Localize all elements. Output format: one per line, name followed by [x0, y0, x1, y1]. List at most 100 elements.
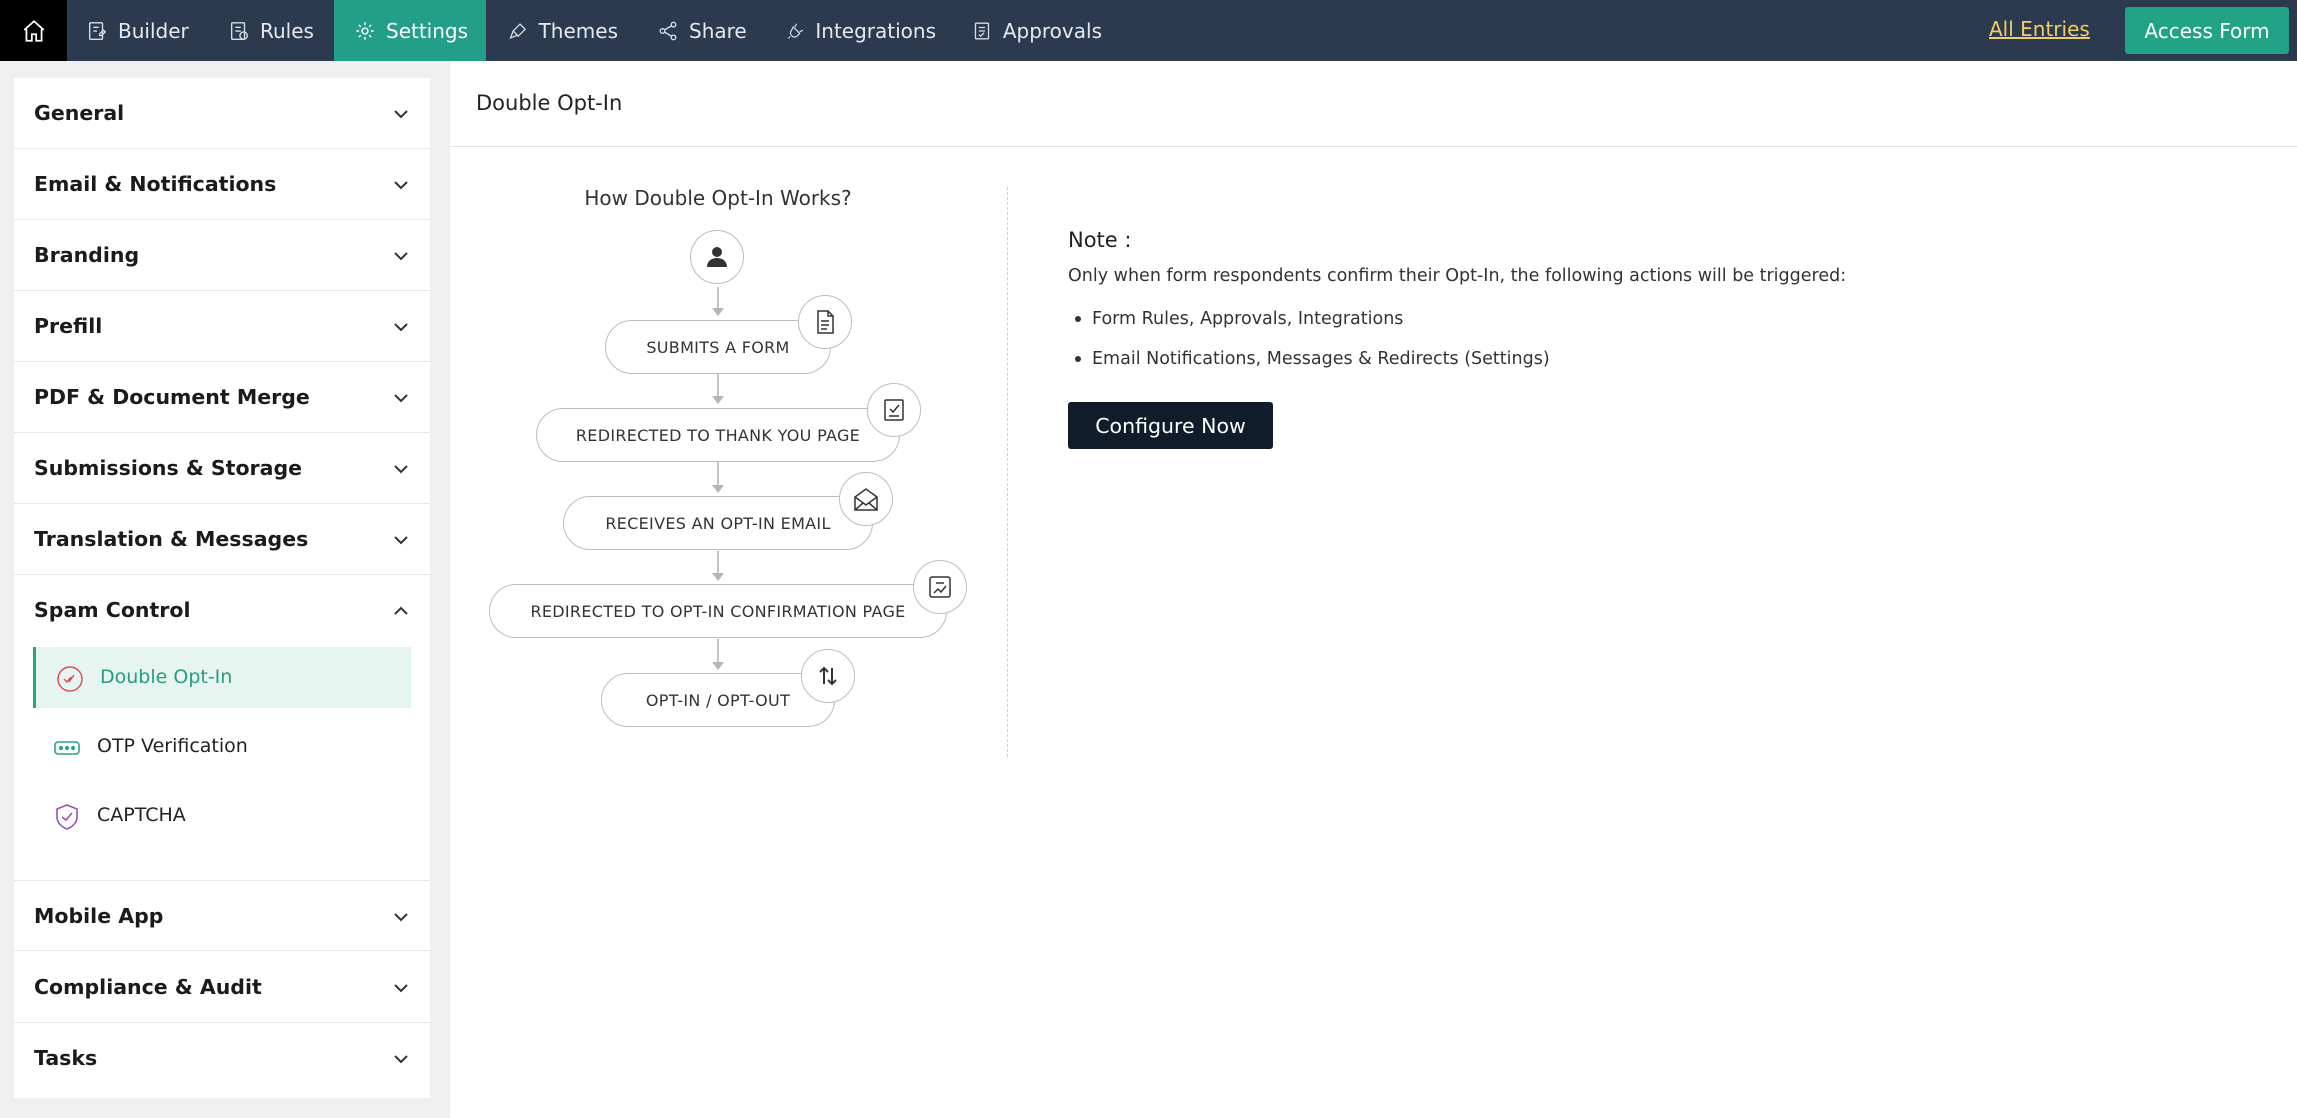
all-entries-link[interactable]: All Entries — [1989, 17, 2090, 41]
settings-sections-panel: General Email & Notifications Branding P… — [14, 78, 430, 1098]
chevron-down-icon — [394, 913, 408, 922]
settings-sidebar: General Email & Notifications Branding P… — [0, 61, 450, 1118]
sidebar-item-label: Double Opt-In — [100, 666, 233, 688]
flow-step-2: REDIRECTED TO THANK YOU PAGE — [536, 408, 900, 462]
tab-builder[interactable]: Builder — [86, 0, 196, 61]
flow-step-label: OPT-IN / OPT-OUT — [645, 690, 791, 710]
note-list-item: Email Notifications, Messages & Redirect… — [1068, 346, 1550, 386]
double-opt-in-icon — [57, 666, 83, 692]
page-title: Double Opt-In — [476, 91, 623, 115]
tab-share[interactable]: Share — [657, 0, 757, 61]
flow-step-label: REDIRECTED TO OPT-IN CONFIRMATION PAGE — [530, 601, 906, 621]
tab-approvals[interactable]: Approvals — [972, 0, 1102, 61]
user-icon-circle — [690, 230, 744, 284]
flow-step-1: SUBMITS A FORM — [605, 320, 831, 374]
user-icon — [707, 247, 727, 267]
section-label: Mobile App — [34, 904, 164, 928]
tab-approvals-label: Approvals — [1002, 18, 1102, 43]
page-header: Double Opt-In — [450, 61, 2297, 147]
note-list: Form Rules, Approvals, Integrations Emai… — [1068, 306, 1550, 386]
flow-step-5: OPT-IN / OPT-OUT — [601, 673, 835, 727]
flow-step-1-badge — [798, 295, 852, 349]
section-divider — [1007, 187, 1008, 757]
chevron-down-icon — [394, 181, 408, 190]
note-list-item: Form Rules, Approvals, Integrations — [1068, 306, 1550, 346]
swap-arrows-icon — [819, 666, 837, 686]
plug-icon — [787, 22, 804, 39]
tab-integrations-label: Integrations — [815, 18, 936, 43]
tab-settings-label: Settings — [386, 18, 469, 43]
top-nav-bar: Builder Rules Settings Themes Share Inte… — [0, 0, 2297, 61]
flow-step-3: RECEIVES AN OPT-IN EMAIL — [563, 496, 873, 550]
checklist-icon — [884, 399, 904, 421]
section-mobile-app[interactable]: Mobile App — [14, 880, 430, 951]
tab-share-label: Share — [689, 18, 747, 43]
confirm-page-icon — [929, 576, 951, 598]
sidebar-item-captcha[interactable]: CAPTCHA — [33, 785, 411, 846]
section-branding[interactable]: Branding — [14, 220, 430, 291]
section-tasks[interactable]: Tasks — [14, 1023, 430, 1094]
chevron-down-icon — [394, 1055, 408, 1064]
section-prefill[interactable]: Prefill — [14, 291, 430, 362]
sidebar-item-double-opt-in[interactable]: Double Opt-In — [33, 647, 411, 708]
section-label: Translation & Messages — [34, 527, 309, 551]
tab-settings[interactable]: Settings — [334, 0, 486, 61]
section-label: Compliance & Audit — [34, 975, 262, 999]
sidebar-item-label: CAPTCHA — [97, 804, 186, 826]
configure-now-button[interactable]: Configure Now — [1068, 402, 1273, 449]
document-icon — [817, 310, 834, 334]
share-icon — [659, 21, 677, 40]
section-label: Spam Control — [34, 598, 191, 622]
tab-themes-label: Themes — [538, 18, 618, 43]
flow-step-label: SUBMITS A FORM — [646, 337, 790, 357]
section-label: Branding — [34, 243, 140, 267]
section-label: PDF & Document Merge — [34, 385, 310, 409]
tab-rules-label: Rules — [260, 18, 314, 43]
otp-icon — [54, 741, 80, 755]
chevron-down-icon — [394, 394, 408, 403]
note-title: Note : — [1068, 228, 1132, 252]
chevron-down-icon — [394, 110, 408, 119]
gear-icon — [356, 21, 374, 40]
flow-step-4: REDIRECTED TO OPT-IN CONFIRMATION PAGE — [489, 584, 947, 638]
section-label: Email & Notifications — [34, 172, 277, 196]
tab-builder-label: Builder — [118, 18, 189, 43]
builder-icon — [88, 21, 107, 40]
section-translation-messages[interactable]: Translation & Messages — [14, 504, 430, 575]
tab-rules[interactable]: Rules — [228, 0, 328, 61]
note-text: Only when form respondents confirm their… — [1068, 266, 1847, 286]
access-form-button[interactable]: Access Form — [2125, 7, 2289, 54]
home-button[interactable] — [0, 0, 67, 61]
section-email-notifications[interactable]: Email & Notifications — [14, 149, 430, 220]
captcha-icon — [56, 804, 78, 830]
flow-step-label: RECEIVES AN OPT-IN EMAIL — [605, 513, 831, 533]
rules-icon — [230, 21, 248, 40]
flow-step-3-badge — [839, 472, 893, 526]
section-spam-control[interactable]: Spam Control — [14, 575, 430, 646]
tab-integrations[interactable]: Integrations — [786, 0, 936, 61]
flow-step-4-badge — [913, 560, 967, 614]
chevron-down-icon — [394, 536, 408, 545]
section-general[interactable]: General — [14, 78, 430, 149]
section-compliance-audit[interactable]: Compliance & Audit — [14, 952, 430, 1023]
chevron-down-icon — [394, 252, 408, 261]
sidebar-item-otp-verification[interactable]: OTP Verification — [33, 716, 411, 777]
section-pdf-document-merge[interactable]: PDF & Document Merge — [14, 362, 430, 433]
flow-step-2-badge — [867, 383, 921, 437]
tab-themes[interactable]: Themes — [508, 0, 618, 61]
section-label: Tasks — [34, 1046, 98, 1070]
chevron-down-icon — [394, 984, 408, 993]
section-label: Prefill — [34, 314, 103, 338]
chevron-up-icon — [394, 606, 408, 615]
open-mail-icon — [854, 488, 878, 511]
flow-step-label: REDIRECTED TO THANK YOU PAGE — [575, 425, 861, 445]
section-label: General — [34, 101, 125, 125]
sidebar-item-label: OTP Verification — [97, 735, 248, 757]
chevron-down-icon — [394, 323, 408, 332]
home-icon — [23, 19, 44, 42]
flow-step-5-badge — [801, 649, 855, 703]
section-submissions-storage[interactable]: Submissions & Storage — [14, 433, 430, 504]
section-label: Submissions & Storage — [34, 456, 303, 480]
approvals-icon — [974, 22, 990, 39]
flow-title: How Double Opt-In Works? — [584, 186, 852, 210]
